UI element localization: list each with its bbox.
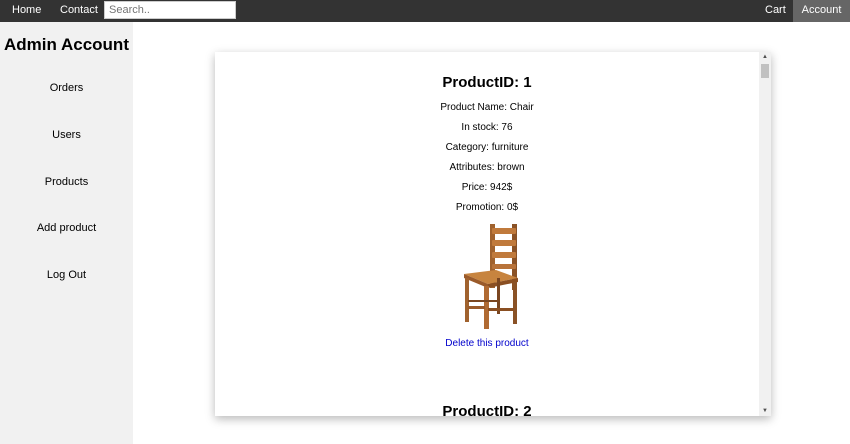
delete-product-link[interactable]: Delete this product (445, 338, 528, 349)
top-navigation: Home Contact Cart Account (0, 0, 850, 22)
product-card: ProductID: 2 (215, 381, 759, 416)
search-input[interactable] (104, 1, 236, 19)
nav-cart-link[interactable]: Cart (765, 0, 786, 22)
scroll-thumb[interactable] (761, 64, 769, 78)
nav-contact-link[interactable]: Contact (60, 0, 98, 22)
scroll-down-arrow-icon[interactable]: ▼ (759, 406, 771, 416)
product-card: ProductID: 1 Product Name: Chair In stoc… (215, 52, 759, 351)
product-price: Price: 942$ (461, 182, 513, 193)
product-heading: ProductID: 2 (442, 403, 532, 416)
sidebar-item-orders[interactable]: Orders (0, 82, 133, 94)
product-attributes: Attributes: brown (449, 162, 525, 173)
scrollbar[interactable]: ▲ ▼ (759, 52, 771, 416)
product-promotion: Promotion: 0$ (455, 202, 519, 213)
nav-account-link[interactable]: Account (793, 0, 850, 22)
sidebar-item-products[interactable]: Products (0, 176, 133, 188)
sidebar-item-add-product[interactable]: Add product (0, 222, 133, 234)
sidebar: Admin Account Orders Users Products Add … (0, 22, 133, 444)
product-stock: In stock: 76 (461, 122, 513, 133)
sidebar-title: Admin Account (4, 35, 129, 54)
sidebar-item-users[interactable]: Users (0, 129, 133, 141)
product-name: Product Name: Chair (440, 102, 534, 113)
product-panel: ProductID: 1 Product Name: Chair In stoc… (215, 52, 771, 416)
scroll-up-arrow-icon[interactable]: ▲ (759, 52, 771, 62)
nav-home-link[interactable]: Home (12, 0, 41, 22)
product-heading: ProductID: 1 (442, 74, 532, 91)
product-list: ProductID: 1 Product Name: Chair In stoc… (215, 52, 759, 416)
sidebar-item-log-out[interactable]: Log Out (0, 269, 133, 281)
product-category: Category: furniture (445, 142, 529, 153)
chair-image (464, 224, 518, 329)
